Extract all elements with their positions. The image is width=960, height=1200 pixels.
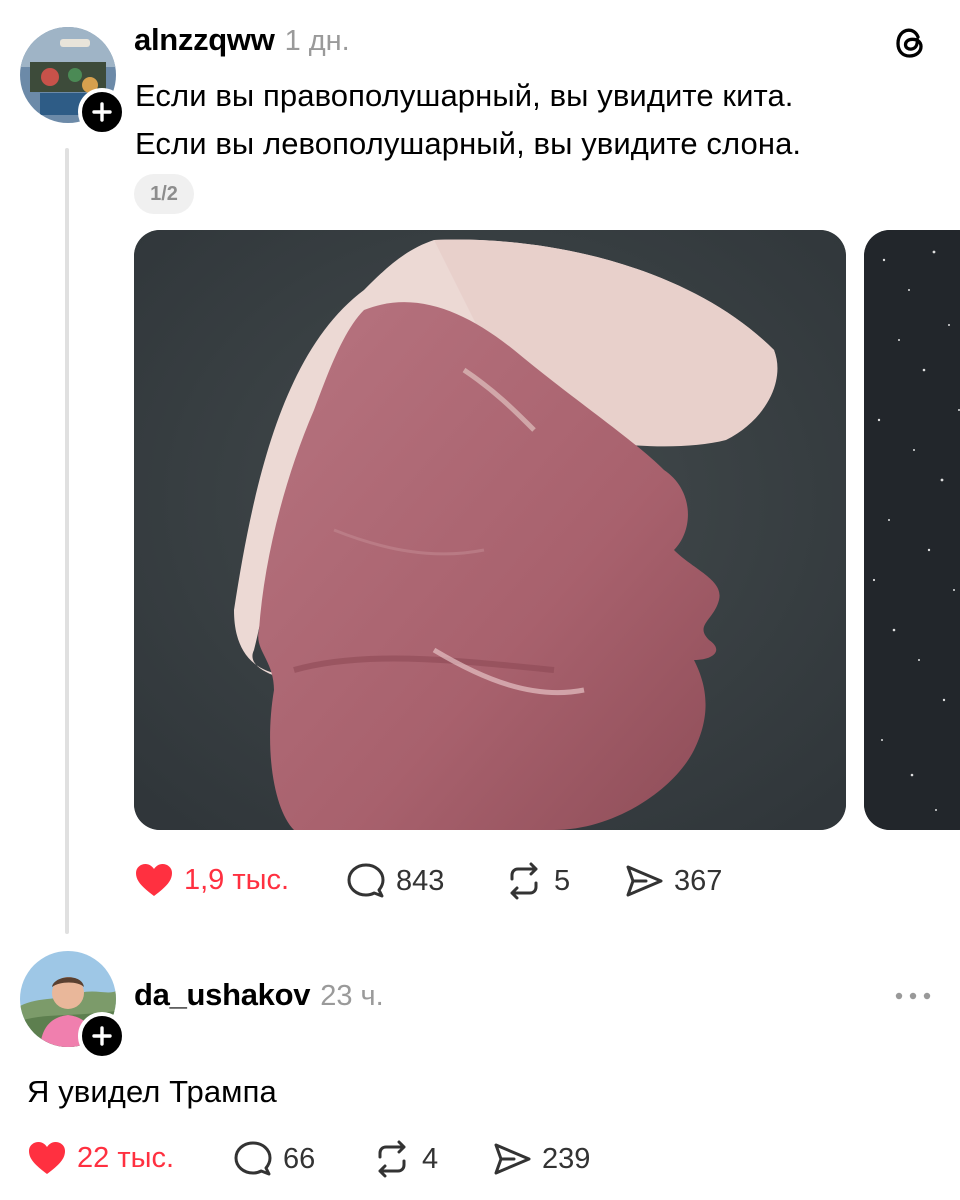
repost-button[interactable]: 5 <box>504 862 570 900</box>
post-text: Если вы правополушарный, вы увидите кита… <box>135 72 801 168</box>
thread-line <box>65 148 69 934</box>
repost-icon <box>510 862 538 900</box>
reply-count: 843 <box>396 864 445 897</box>
more-button[interactable] <box>894 988 932 1009</box>
like-count: 22 тыс. <box>77 1141 174 1174</box>
reply-button[interactable]: 66 <box>233 1140 315 1178</box>
repost-count: 4 <box>422 1142 439 1175</box>
heart-icon <box>136 864 172 896</box>
like-button[interactable]: 1,9 тыс. <box>134 862 289 898</box>
meat-image <box>134 230 846 830</box>
share-count: 239 <box>542 1142 591 1175</box>
reply-time[interactable]: 23 ч. <box>320 980 383 1013</box>
plus-icon <box>92 1026 112 1046</box>
share-button[interactable]: 239 <box>492 1140 590 1178</box>
heart-icon <box>29 1142 65 1174</box>
share-button[interactable]: 367 <box>624 862 722 900</box>
threads-logo-icon[interactable] <box>893 25 929 66</box>
reply-header: da_ushakov 23 ч. <box>134 977 384 1013</box>
reply-count: 66 <box>283 1142 316 1175</box>
media-image-meat[interactable] <box>134 230 846 830</box>
like-count: 1,9 тыс. <box>184 863 290 896</box>
reply-username[interactable]: da_ushakov <box>134 977 311 1013</box>
share-count: 367 <box>674 864 723 897</box>
share-icon <box>494 1143 531 1175</box>
post-text-line: Если вы правополушарный, вы увидите кита… <box>135 78 794 113</box>
share-icon <box>626 865 663 897</box>
more-icon <box>895 992 931 1000</box>
follow-button[interactable] <box>78 1012 126 1060</box>
media-counter: 1/2 <box>134 174 194 214</box>
plus-icon <box>92 102 112 122</box>
post-text-line: Если вы левополушарный, вы увидите слона… <box>135 126 802 161</box>
follow-button[interactable] <box>78 88 126 136</box>
repost-count: 5 <box>554 864 571 897</box>
repost-button[interactable]: 4 <box>372 1140 438 1178</box>
reply-text: Я увидел Трампа <box>27 1074 277 1109</box>
comment-icon <box>347 863 385 898</box>
post-header: alnzzqww 1 дн. <box>134 22 350 58</box>
media-image-stars[interactable] <box>864 230 960 830</box>
repost-icon <box>378 1140 406 1178</box>
post-username[interactable]: alnzzqww <box>134 22 275 58</box>
like-button[interactable]: 22 тыс. <box>27 1140 174 1176</box>
comment-icon <box>234 1141 272 1176</box>
post-time[interactable]: 1 дн. <box>285 25 350 58</box>
stars-image <box>864 230 960 830</box>
reply-button[interactable]: 843 <box>346 862 444 900</box>
